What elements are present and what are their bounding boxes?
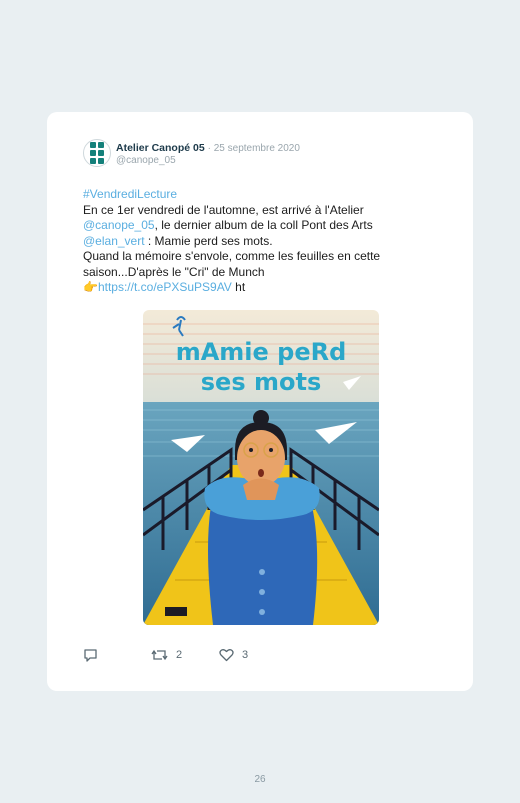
tweet-date[interactable]: · 25 septembre 2020 xyxy=(208,143,300,154)
logo-square xyxy=(90,142,96,148)
logo-square xyxy=(90,150,96,156)
retweet-icon xyxy=(151,649,168,661)
heart-icon xyxy=(219,649,234,662)
logo-square xyxy=(98,150,104,156)
tweet-card: Atelier Canopé 05 · 25 septembre 2020 @c… xyxy=(47,112,473,691)
author-name[interactable]: Atelier Canopé 05 xyxy=(116,142,205,154)
cover-title-line1: mAmie peRd xyxy=(176,338,347,366)
tweet-text: #VendrediLecture En ce 1er vendredi de l… xyxy=(83,187,453,296)
tweet-line: , le dernier album de la coll Pont des A… xyxy=(154,218,373,232)
avatar[interactable] xyxy=(83,139,111,167)
like-count: 3 xyxy=(242,649,249,661)
tweet-line: saison...D'après le "Cri" de Munch xyxy=(83,264,265,279)
book-cover-illustration: mAmie peRd ses mots xyxy=(143,310,379,625)
tweet-line: En ce 1er vendredi de l'automne, est arr… xyxy=(83,202,364,217)
url-tail: ht xyxy=(231,280,246,294)
cover-title-line2: ses mots xyxy=(201,368,321,396)
author-handle[interactable]: @canope_05 xyxy=(116,155,176,166)
hashtag-link[interactable]: #VendrediLecture xyxy=(83,187,177,201)
retweet-count: 2 xyxy=(176,649,183,661)
url-link[interactable]: https://t.co/ePXSuPS9AV xyxy=(98,280,232,294)
like-button[interactable]: 3 xyxy=(219,648,248,662)
reply-icon xyxy=(84,649,97,662)
reply-button[interactable] xyxy=(83,648,98,662)
tweet-line: : Mamie perd ses mots. xyxy=(144,233,273,248)
logo-square xyxy=(98,158,104,164)
logo-square xyxy=(90,158,96,164)
book-cover-image[interactable]: mAmie peRd ses mots xyxy=(143,310,379,625)
mention-link[interactable]: @canope_05 xyxy=(83,218,155,232)
retweet-button[interactable]: 2 xyxy=(151,648,182,662)
pointing-hand-icon: 👉 xyxy=(83,280,98,294)
tweet-actions: 2 3 xyxy=(83,648,383,664)
mention-link[interactable]: @elan_vert xyxy=(83,234,145,248)
author-line: Atelier Canopé 05 · 25 septembre 2020 xyxy=(116,142,300,155)
logo-square xyxy=(98,142,104,148)
page-number: 26 xyxy=(254,774,266,785)
tweet-line: Quand la mémoire s'envole, comme les feu… xyxy=(83,249,381,263)
